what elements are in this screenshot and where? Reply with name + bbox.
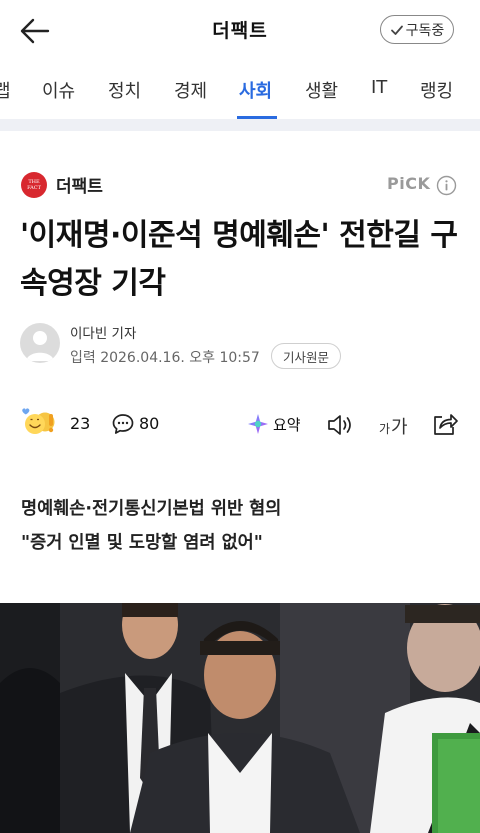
comment-count: 80 [139,414,160,433]
info-icon[interactable] [436,175,457,196]
tab-item[interactable]: IT [371,77,387,98]
top-bar: 더팩트 구독중 [0,0,480,62]
article-photo[interactable] [0,603,480,833]
default-avatar-icon [26,331,54,361]
news-photo-image [0,603,480,833]
summary-label[interactable]: 요약 [273,414,301,435]
subscribe-button[interactable]: 구독중 [380,15,454,44]
publisher-logo[interactable]: THE FACT [21,172,47,198]
published-datetime: 입력 2026.04.16. 오후 10:57 [70,350,260,366]
font-size-large-label[interactable]: 가 [391,413,408,439]
article-subheadline: 명예훼손·전기통신기본법 위반 혐의 "증거 인멸 및 도망할 염려 없어" [21,492,461,560]
tab-society[interactable]: 사회 [239,77,272,103]
article-action-bar: 23 80 요약 가 가 [0,406,480,446]
tab-item[interactable]: 랭킹 [420,77,453,103]
avatar[interactable] [20,323,60,363]
publisher-name[interactable]: 더팩트 [56,172,103,197]
tab-item[interactable]: 이슈 [42,77,75,103]
tab-item[interactable]: 생활 [305,77,338,103]
section-divider [0,119,480,131]
reporter-name[interactable]: 이다빈 기자 [70,322,136,342]
category-tabs: 랩 이슈 정치 경제 사회 생활 IT 랭킹 [0,62,480,120]
tab-item[interactable]: 경제 [174,77,207,103]
tab-item[interactable]: 정치 [108,77,141,103]
speaker-icon[interactable] [326,412,354,438]
pick-badge: PiCK [387,174,431,193]
article-headline: '이재명·이준석 명예훼손' 전한길 구속영장 기각 [20,218,458,301]
subheadline-line: 명예훼손·전기통신기본법 위반 혐의 [21,499,282,519]
comment-icon[interactable] [111,412,135,436]
tab-item[interactable]: 랩 [0,77,11,103]
original-article-button[interactable]: 기사원문 [271,343,341,369]
subheadline-line: "증거 인멸 및 도망할 염려 없어" [21,533,263,553]
check-icon [390,25,403,35]
subscribe-label: 구독중 [405,22,445,39]
reaction-emoji-icon[interactable] [22,408,66,438]
share-icon[interactable] [431,411,459,437]
font-size-small-label[interactable]: 가 [379,420,390,437]
ai-summary-icon[interactable] [247,413,269,435]
reaction-count: 23 [70,414,91,433]
